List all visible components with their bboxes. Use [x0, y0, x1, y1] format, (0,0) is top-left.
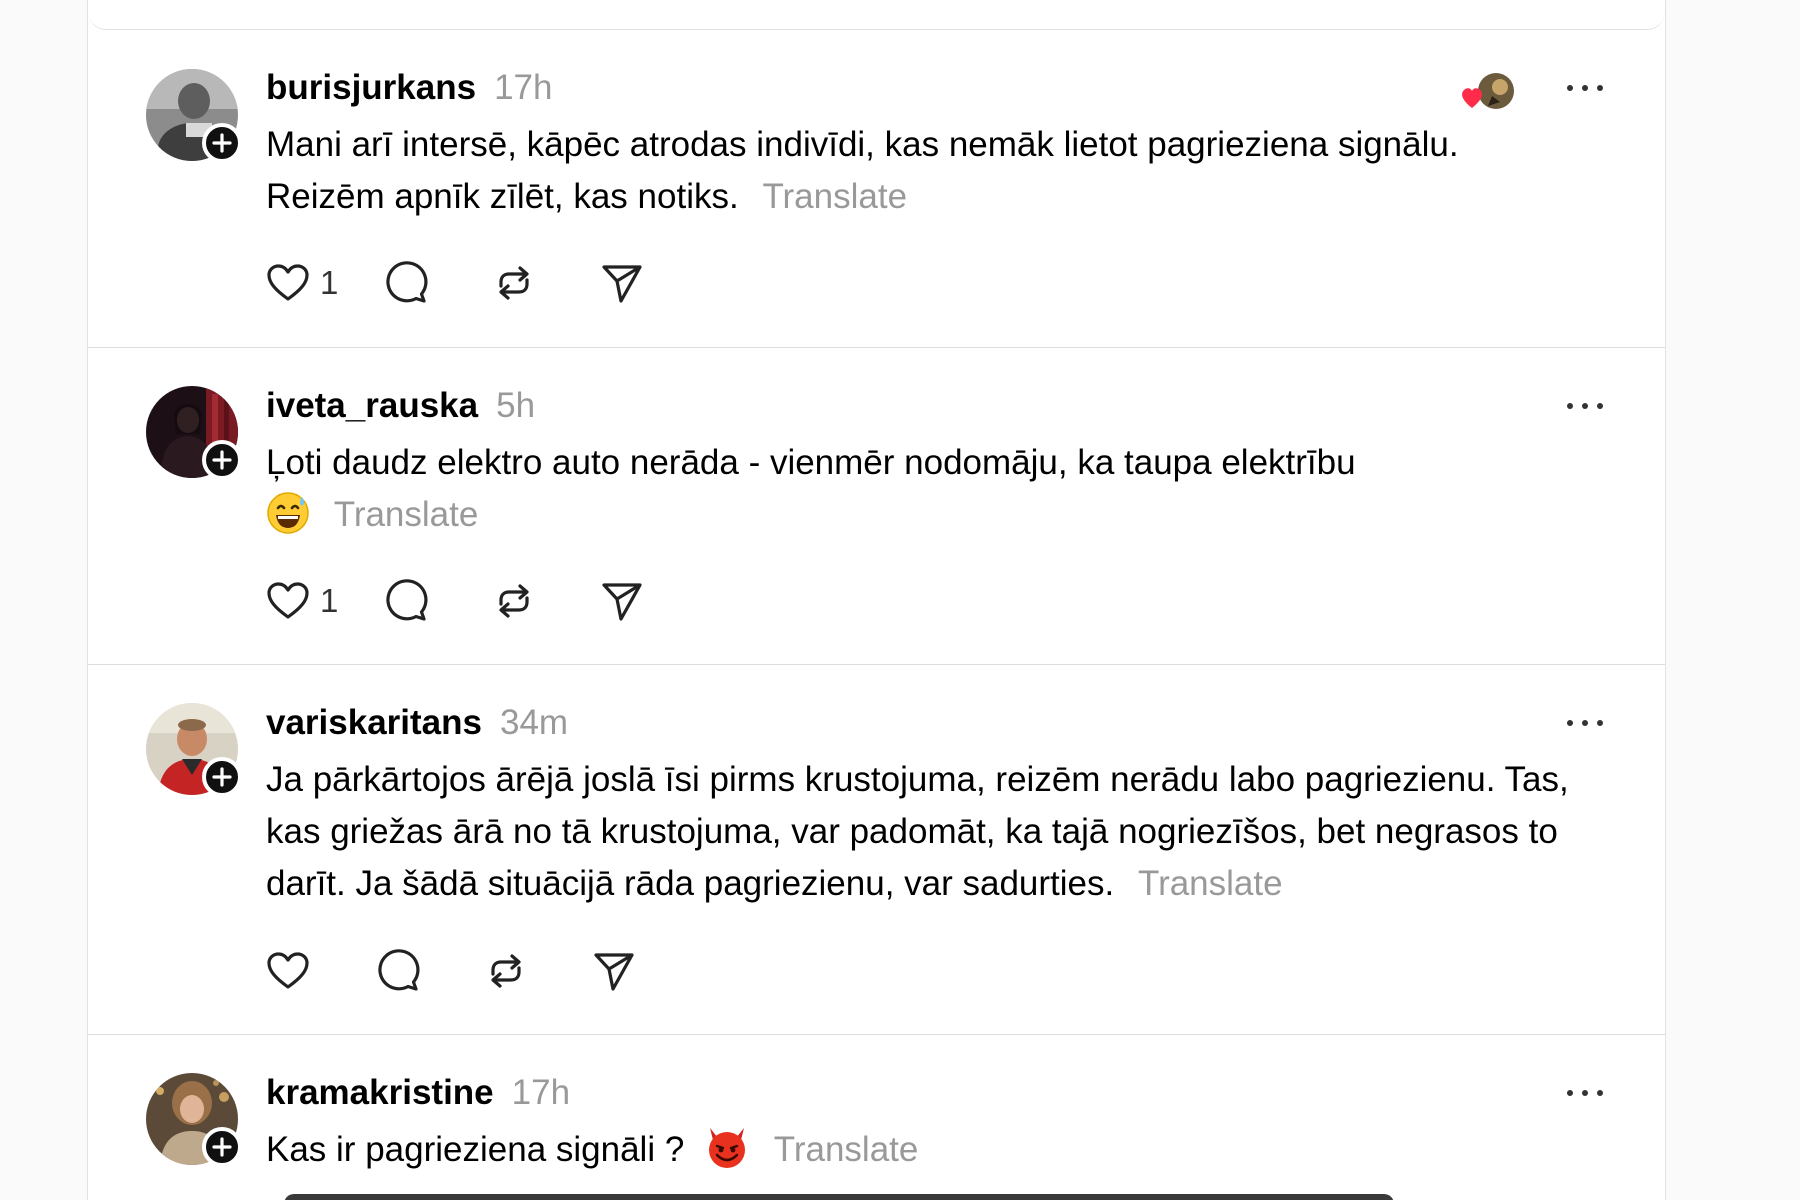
avatar[interactable] [146, 69, 242, 163]
comment-icon [386, 579, 428, 621]
repost-button[interactable] [484, 949, 528, 993]
like-count: 1 [320, 264, 339, 301]
reply-post[interactable]: iveta_rauska 5h Ļoti daudz elektro auto … [88, 348, 1665, 665]
timestamp[interactable]: 34m [500, 703, 568, 743]
heart-icon [267, 952, 309, 989]
comment-icon [386, 261, 428, 303]
post-text-block: Mani arī intersē, kāpēc atrodas indivīdi… [266, 119, 1566, 223]
post-text-block: Kas ir pagrieziena signāli ? Translate [266, 1124, 1566, 1185]
reply-post[interactable]: kramakristine 17h Kas ir pagrieziena sig… [88, 1035, 1665, 1200]
post-header: variskaritans 34m [266, 700, 568, 746]
like-button[interactable] [266, 951, 320, 991]
like-count: 1 [320, 582, 339, 619]
more-options-button[interactable] [1565, 1080, 1605, 1106]
media-preview-edge [284, 1194, 1394, 1200]
repost-button[interactable] [492, 261, 536, 305]
heart-icon [267, 582, 309, 619]
reply-button[interactable] [384, 261, 428, 305]
send-icon [602, 583, 642, 621]
comment-icon [378, 949, 420, 991]
timestamp[interactable]: 5h [496, 386, 535, 426]
translate-link[interactable]: Translate [762, 177, 907, 216]
post-header: kramakristine 17h [266, 1070, 570, 1116]
timestamp[interactable]: 17h [512, 1073, 570, 1113]
avatar[interactable] [146, 386, 242, 480]
username[interactable]: kramakristine [266, 1073, 494, 1113]
smiling-devil-icon [704, 1124, 750, 1185]
repost-icon [499, 584, 529, 618]
follow-plus-icon[interactable] [202, 440, 242, 480]
timestamp[interactable]: 17h [494, 68, 552, 108]
like-button[interactable]: 1 [266, 263, 338, 303]
username[interactable]: burisjurkans [266, 68, 476, 108]
repost-icon [491, 954, 521, 988]
send-icon [602, 265, 642, 303]
reply-button[interactable] [384, 579, 428, 623]
action-bar: 1 [266, 261, 644, 305]
share-button[interactable] [600, 261, 644, 305]
avatar[interactable] [146, 1073, 242, 1167]
like-button[interactable]: 1 [266, 581, 338, 621]
more-options-button[interactable] [1565, 393, 1605, 419]
post-header: burisjurkans 17h [266, 65, 552, 111]
post-text: Ļoti daudz elektro auto nerāda - vienmēr… [266, 443, 1356, 482]
avatar[interactable] [146, 703, 242, 797]
replies-feed: burisjurkans 17h Mani arī intersē, kāpēc… [87, 0, 1666, 1200]
heart-icon [267, 264, 309, 301]
share-button[interactable] [592, 949, 636, 993]
action-bar: 1 [266, 579, 644, 623]
send-icon [594, 953, 634, 991]
share-button[interactable] [600, 579, 644, 623]
reply-button[interactable] [376, 949, 420, 993]
translate-link[interactable]: Translate [1138, 864, 1283, 903]
follow-plus-icon[interactable] [202, 123, 242, 163]
reply-post[interactable]: burisjurkans 17h Mani arī intersē, kāpēc… [88, 29, 1665, 348]
post-text-block: Ļoti daudz elektro auto nerāda - vienmēr… [266, 437, 1566, 550]
post-text: Ja pārkārtojos ārējā joslā īsi pirms kru… [266, 760, 1569, 903]
grinning-face-with-sweat-icon [266, 491, 310, 550]
repost-icon [499, 266, 529, 300]
more-options-button[interactable] [1565, 710, 1605, 736]
repost-button[interactable] [492, 579, 536, 623]
reply-post[interactable]: variskaritans 34m Ja pārkārtojos ārējā j… [88, 665, 1665, 1035]
username[interactable]: variskaritans [266, 703, 482, 743]
follow-plus-icon[interactable] [202, 757, 242, 797]
translate-link[interactable]: Translate [774, 1130, 919, 1169]
action-bar [266, 949, 636, 993]
post-header: iveta_rauska 5h [266, 383, 535, 429]
follow-plus-icon[interactable] [202, 1127, 242, 1167]
more-options-button[interactable] [1565, 75, 1605, 101]
post-text-block: Ja pārkārtojos ārējā joslā īsi pirms kru… [266, 754, 1576, 910]
liked-by-author-badge [1458, 72, 1518, 114]
post-text: Kas ir pagrieziena signāli ? [266, 1130, 685, 1169]
previous-post-edge [88, 0, 1665, 30]
translate-link[interactable]: Translate [334, 495, 479, 534]
username[interactable]: iveta_rauska [266, 386, 478, 426]
